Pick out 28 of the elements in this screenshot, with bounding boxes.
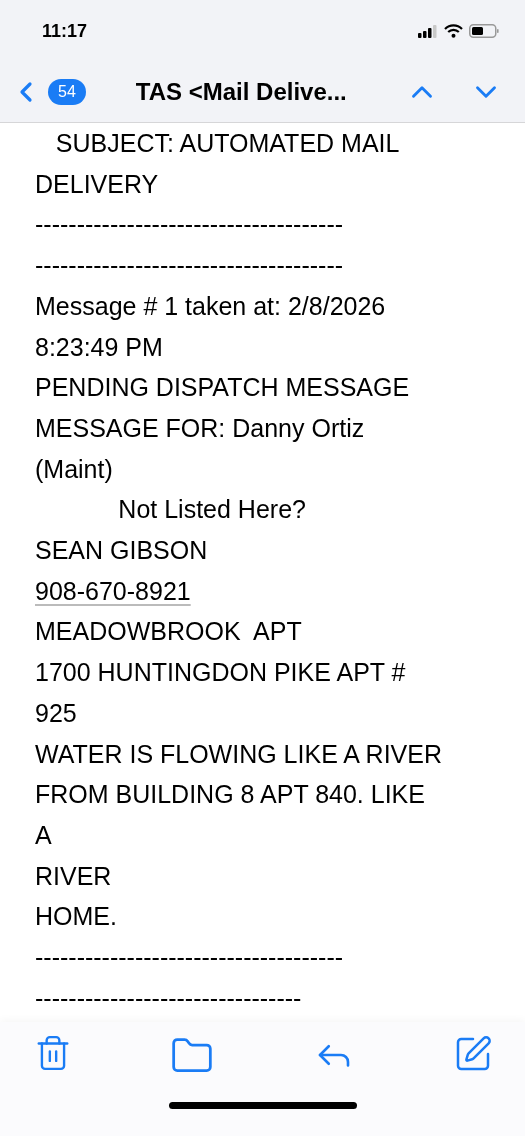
body-text-line: ------------------------------------- — [35, 943, 344, 972]
body-text-line: 1700 HUNTINGDON PIKE APT # — [35, 658, 406, 687]
body-text-line: (Maint) — [35, 454, 113, 483]
wifi-icon — [444, 24, 463, 38]
body-text-line: FROM BUILDING 8 APT 840. LIKE — [35, 780, 425, 809]
body-text-line: Not Listed Here? — [117, 495, 306, 524]
body-text-line: RIVER — [35, 861, 112, 890]
body-text-line: Message # 1 taken at: 2/8/2026 — [35, 291, 386, 320]
body-text-line: -------------------------------- — [35, 983, 302, 1012]
body-text-line: MEADOWBROOK APT — [35, 617, 302, 646]
body-text-line: WATER IS FLOWING LIKE A RIVER — [35, 739, 443, 768]
body-text-line: 925 — [35, 698, 77, 727]
body-text-line: A — [35, 820, 52, 849]
body-text-line: MESSAGE FOR: Danny Ortiz — [35, 413, 365, 442]
body-text-line: SEAN GIBSON — [35, 536, 208, 565]
body-text-line: HOME. — [35, 902, 117, 931]
body-text-line: PENDING DISPATCH MESSAGE — [35, 373, 410, 402]
signal-icon — [418, 24, 438, 38]
battery-icon — [469, 24, 499, 38]
unread-count-badge: 54 — [48, 79, 86, 105]
body-text-line: SUBJECT: AUTOMATED MAIL — [54, 129, 400, 157]
body-text-line: DELIVERY — [35, 169, 159, 198]
body-text-line: ------------------------------------- — [35, 251, 344, 280]
message-title: TAS <Mail Delive... — [135, 77, 347, 107]
phone-link[interactable]: 908-670-8921 — [35, 576, 191, 605]
body-text-line: 8:23:49 PM — [35, 332, 163, 361]
status-time: 11:17 — [42, 19, 88, 43]
body-text-line: ------------------------------------- — [35, 210, 344, 239]
